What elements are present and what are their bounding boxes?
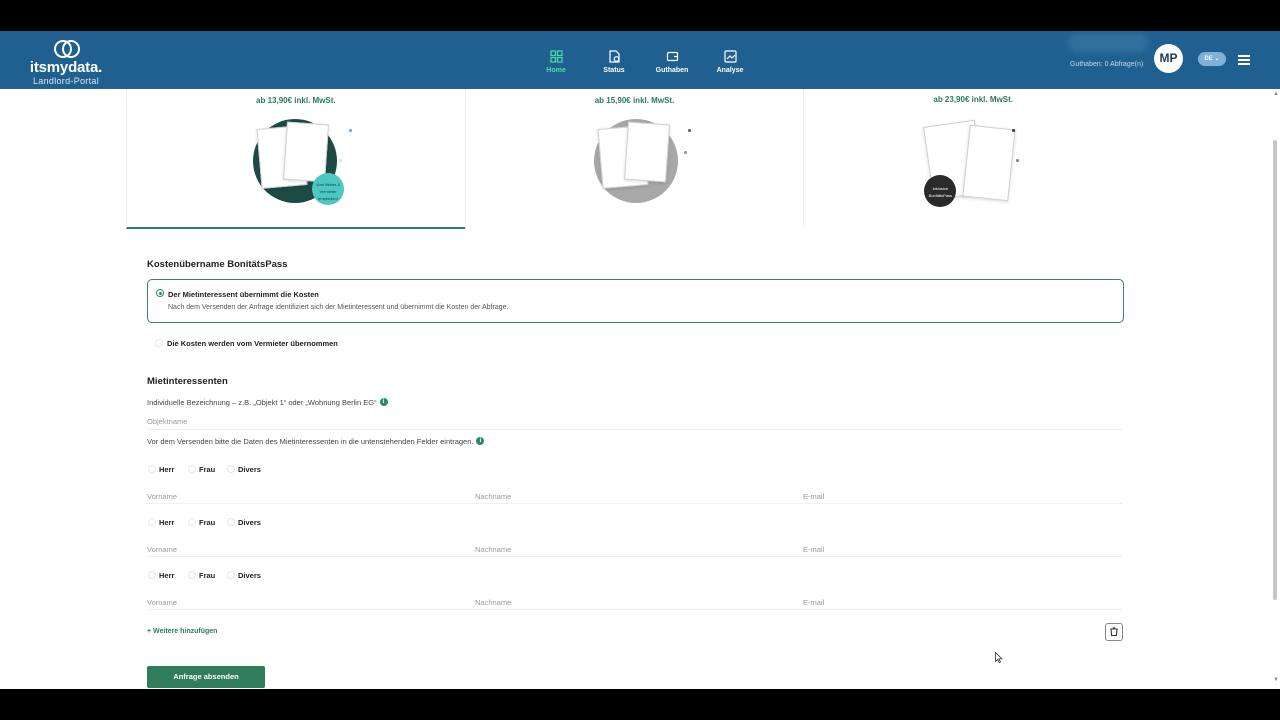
product-price: ab 15,90€ inkl. MwSt. (594, 96, 675, 105)
applicant-hint: Vor dem Versenden bitte die Daten des Mi… (147, 437, 485, 446)
add-more-applicants-link[interactable]: + Weitere hinzufügen (147, 628, 217, 635)
salutation-frau-radio[interactable] (188, 518, 196, 526)
product-card-2[interactable]: ab 15,90€ inkl. MwSt. (464, 89, 804, 229)
salutation-herr-label[interactable]: Herr (159, 465, 174, 474)
language-label: DE (1204, 56, 1213, 62)
salutation-herr-label[interactable]: Herr (159, 518, 174, 527)
email-input[interactable]: E-mail (803, 545, 824, 554)
nav-status-label: Status (603, 67, 625, 74)
salutation-herr-radio[interactable] (148, 571, 156, 579)
page-scrollbar[interactable]: ▲ ▼ (1270, 89, 1280, 689)
info-icon[interactable]: i (379, 398, 388, 406)
salutation-divers-label[interactable]: Divers (238, 518, 261, 527)
product-card-3[interactable]: ab 23,90€ inkl. MwSt. Inklusive Bonitäts… (803, 89, 1142, 229)
chevron-down-icon: ⌄ (1214, 56, 1220, 62)
info-icon[interactable]: i (476, 437, 485, 445)
salutation-divers-label[interactable]: Divers (238, 571, 261, 580)
cost-option-tenant[interactable]: Der Mietinteressent übernimmt die Kosten… (147, 279, 1124, 323)
product-card-1[interactable]: ab 13,90€ inkl. MwSt. Vom Mieter & Vermi… (126, 89, 465, 229)
product-badge: Vom Mieter & Vermieter empfohlen! (312, 173, 344, 205)
object-name-label-text: Individuelle Bezeichnung – z.B. „Objekt … (147, 398, 377, 407)
product-price: ab 23,90€ inkl. MwSt. (933, 95, 1013, 104)
mouse-cursor-icon (995, 652, 1003, 663)
last-name-input[interactable]: Nachname (475, 492, 511, 501)
salutation-divers-radio[interactable] (227, 571, 235, 579)
delete-button[interactable] (1105, 623, 1123, 641)
first-name-input[interactable]: Vorname (147, 545, 177, 554)
nav-guthaben-label: Guthaben (655, 67, 689, 74)
hamburger-menu-icon[interactable] (1238, 55, 1250, 67)
submit-request-button[interactable]: Anfrage absenden (147, 666, 265, 688)
cost-option-landlord-title[interactable]: Die Kosten werden vom Vermieter übernomm… (167, 339, 338, 348)
salutation-frau-radio[interactable] (188, 571, 196, 579)
wallet-icon (666, 51, 678, 62)
main-nav: Home Status Guthaben Analyse (537, 50, 749, 74)
applicants-section-title: Mietinteressenten (147, 376, 228, 387)
nav-home-label: Home (546, 67, 566, 74)
costs-section-title: Kostenübername BonitätsPass (147, 259, 288, 270)
applicant-hint-text: Vor dem Versenden bitte die Daten des Mi… (147, 437, 474, 446)
nav-guthaben[interactable]: Guthaben (653, 50, 691, 74)
nav-analyse-label: Analyse (716, 67, 744, 74)
scroll-up-arrow-icon[interactable]: ▲ (1273, 91, 1279, 97)
product-cards: ab 13,90€ inkl. MwSt. Vom Mieter & Vermi… (126, 89, 1142, 229)
email-input[interactable]: E-mail (803, 492, 824, 501)
avatar[interactable]: MP (1154, 44, 1183, 73)
object-name-label: Individuelle Bezeichnung – z.B. „Objekt … (147, 398, 388, 407)
trash-icon (1110, 627, 1118, 637)
logo-icon (54, 40, 80, 58)
brand-name: itsmydata. (29, 59, 103, 76)
nav-home[interactable]: Home (537, 50, 575, 74)
balance-text: Guthaben: 0 Abfrage(n) (1070, 61, 1144, 68)
salutation-herr-radio[interactable] (148, 518, 156, 526)
language-selector[interactable]: DE ⌄ (1198, 52, 1226, 66)
product-illustration (593, 119, 678, 203)
app-viewport: itsmydata. Landlord-Portal Home Status G… (0, 31, 1280, 689)
analysis-icon (723, 50, 737, 63)
salutation-divers-label[interactable]: Divers (238, 465, 261, 474)
last-name-input[interactable]: Nachname (475, 545, 511, 554)
brand-subtitle: Landlord-Portal (32, 76, 100, 86)
first-name-input[interactable]: Vorname (147, 492, 177, 501)
blurred-user-info (1068, 33, 1148, 53)
first-name-input[interactable]: Vorname (147, 598, 177, 607)
cost-option-landlord-radio[interactable] (155, 339, 163, 347)
cost-option-tenant-description: Nach dem Versenden der Anfrage identifiz… (168, 304, 509, 311)
brand-logo[interactable]: itsmydata. Landlord-Portal (26, 40, 106, 86)
top-navigation-bar: itsmydata. Landlord-Portal Home Status G… (0, 31, 1280, 89)
email-input[interactable]: E-mail (803, 598, 824, 607)
object-name-input[interactable]: Objektname (147, 417, 187, 426)
scroll-thumb[interactable] (1273, 140, 1277, 600)
grid-icon (549, 50, 563, 63)
last-name-input[interactable]: Nachname (475, 598, 511, 607)
salutation-divers-radio[interactable] (227, 518, 235, 526)
scroll-down-arrow-icon[interactable]: ▼ (1273, 677, 1279, 683)
salutation-frau-radio[interactable] (188, 465, 196, 473)
salutation-frau-label[interactable]: Frau (199, 571, 215, 580)
salutation-frau-label[interactable]: Frau (199, 465, 215, 474)
salutation-frau-label[interactable]: Frau (199, 518, 215, 527)
status-icon (608, 50, 620, 63)
nav-status[interactable]: Status (595, 50, 633, 74)
product-price: ab 13,90€ inkl. MwSt. (256, 96, 336, 105)
nav-analyse[interactable]: Analyse (711, 50, 749, 74)
salutation-herr-radio[interactable] (148, 465, 156, 473)
cost-option-tenant-title: Der Mietinteressent übernimmt die Kosten (168, 290, 319, 299)
salutation-divers-radio[interactable] (227, 465, 235, 473)
cost-option-tenant-radio[interactable] (156, 289, 164, 297)
salutation-herr-label[interactable]: Herr (159, 571, 174, 580)
